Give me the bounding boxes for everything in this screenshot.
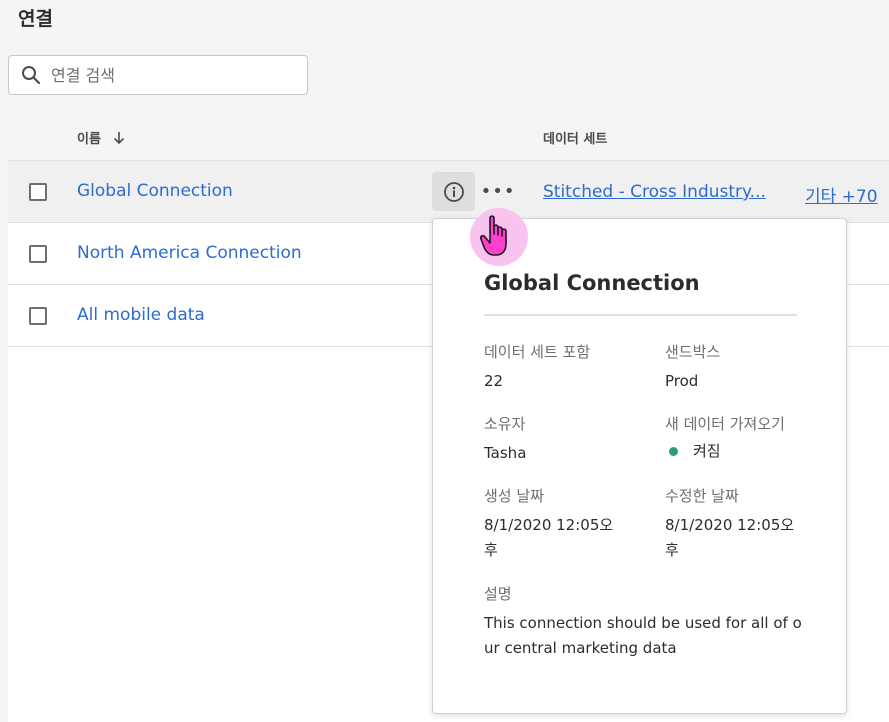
column-header-name[interactable]: 이름 <box>77 128 125 147</box>
datasets-label: 데이터 세트 포함 <box>484 343 591 361</box>
created-label: 생성 날짜 <box>484 487 544 505</box>
import-value: 켜짐 <box>693 442 721 460</box>
connection-link[interactable]: Global Connection <box>77 181 233 201</box>
column-header-dataset: 데이터 세트 <box>543 128 607 147</box>
dataset-link[interactable]: Stitched - Cross Industry... <box>543 182 766 202</box>
more-icon: ••• <box>480 180 516 202</box>
owner-value: Tasha <box>484 444 527 462</box>
more-datasets-link[interactable]: 기타 +70 <box>805 182 878 207</box>
description-value: This connection should be used for all o… <box>484 614 802 657</box>
datasets-value: 22 <box>484 372 504 390</box>
row-checkbox[interactable] <box>29 183 47 201</box>
info-button[interactable] <box>432 172 475 211</box>
popover-divider <box>484 314 797 316</box>
owner-label: 소유자 <box>484 415 526 433</box>
modified-value: 8/1/2020 12:05오후 <box>665 516 795 559</box>
import-label: 새 데이터 가져오기 <box>665 415 785 433</box>
hand-cursor-icon <box>480 215 507 256</box>
created-value: 8/1/2020 12:05오후 <box>484 516 614 559</box>
row-checkbox[interactable] <box>29 307 47 325</box>
page-title: 연결 <box>18 8 53 30</box>
sandbox-label: 샌드박스 <box>665 343 721 361</box>
status-on-icon <box>669 447 678 456</box>
popover-title: Global Connection <box>484 271 700 295</box>
more-actions-button[interactable]: ••• <box>481 181 515 202</box>
info-icon <box>443 181 464 202</box>
row-checkbox[interactable] <box>29 245 47 263</box>
table-row[interactable]: Global Connection ••• Stitched - Cross I… <box>8 161 889 223</box>
connection-link[interactable]: All mobile data <box>77 305 205 325</box>
description-label: 설명 <box>484 585 512 603</box>
column-name-label: 이름 <box>77 132 101 147</box>
sort-down-icon[interactable] <box>113 131 125 145</box>
search-field[interactable] <box>8 55 308 95</box>
search-input[interactable] <box>51 65 291 85</box>
connection-link[interactable]: North America Connection <box>77 243 302 263</box>
search-icon <box>22 66 41 85</box>
column-dataset-label: 데이터 세트 <box>543 132 608 147</box>
modified-label: 수정한 날짜 <box>665 487 739 505</box>
sandbox-value: Prod <box>665 372 699 390</box>
connection-info-popover: Global Connection 데이터 세트 포함 22 샌드박스 Prod… <box>432 218 847 714</box>
